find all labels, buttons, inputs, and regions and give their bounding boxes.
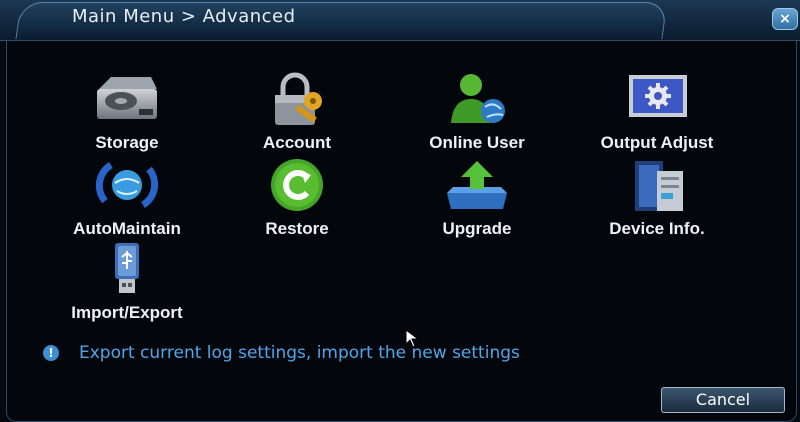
menu-item-output-adjust[interactable]: Output Adjust: [582, 71, 732, 153]
menu-item-label: Device Info.: [609, 219, 705, 238]
menu-item-label: AutoMaintain: [73, 219, 181, 238]
menu-item-label: Restore: [265, 219, 329, 238]
menu-item-automaintain[interactable]: AutoMaintain: [52, 157, 202, 239]
restore-icon: [271, 159, 323, 211]
menu-item-device-info[interactable]: Device Info.: [582, 157, 732, 239]
menu-item-account[interactable]: Account: [222, 71, 372, 153]
menu-item-restore[interactable]: Restore: [222, 157, 372, 239]
advanced-menu-window: Main Menu > Advanced × Storage Account O…: [0, 0, 800, 422]
menu-item-label: Import/Export: [71, 303, 183, 322]
upgrade-icon: [447, 161, 507, 209]
menu-content: Storage Account Online User Output Adjus…: [6, 40, 797, 422]
title-bar: Main Menu > Advanced ×: [0, 0, 800, 41]
info-icon: !: [43, 345, 59, 361]
menu-item-storage[interactable]: Storage: [52, 71, 202, 153]
menu-item-import-export[interactable]: Import/Export: [52, 241, 202, 323]
cancel-button[interactable]: Cancel: [661, 387, 785, 413]
hard-drive-icon: [97, 77, 157, 119]
menu-item-online-user[interactable]: Online User: [402, 71, 552, 153]
menu-item-label: Output Adjust: [600, 133, 714, 152]
close-icon: ×: [779, 11, 791, 27]
padlock-key-icon: [275, 72, 322, 125]
window-title: Main Menu > Advanced: [72, 6, 296, 27]
close-button[interactable]: ×: [772, 8, 798, 30]
info-text: Export current log settings, import the …: [79, 343, 520, 363]
monitor-gear-icon: [629, 75, 687, 117]
usb-drive-icon: [115, 243, 139, 293]
menu-item-label: Upgrade: [442, 219, 512, 238]
online-user-icon: [451, 74, 505, 123]
menu-item-upgrade[interactable]: Upgrade: [402, 157, 552, 239]
menu-item-label: Account: [263, 133, 331, 152]
device-info-icon: [635, 161, 683, 211]
globe-arrows-icon: [95, 162, 159, 208]
menu-item-label: Storage: [95, 133, 159, 152]
menu-item-label: Online User: [429, 133, 525, 152]
